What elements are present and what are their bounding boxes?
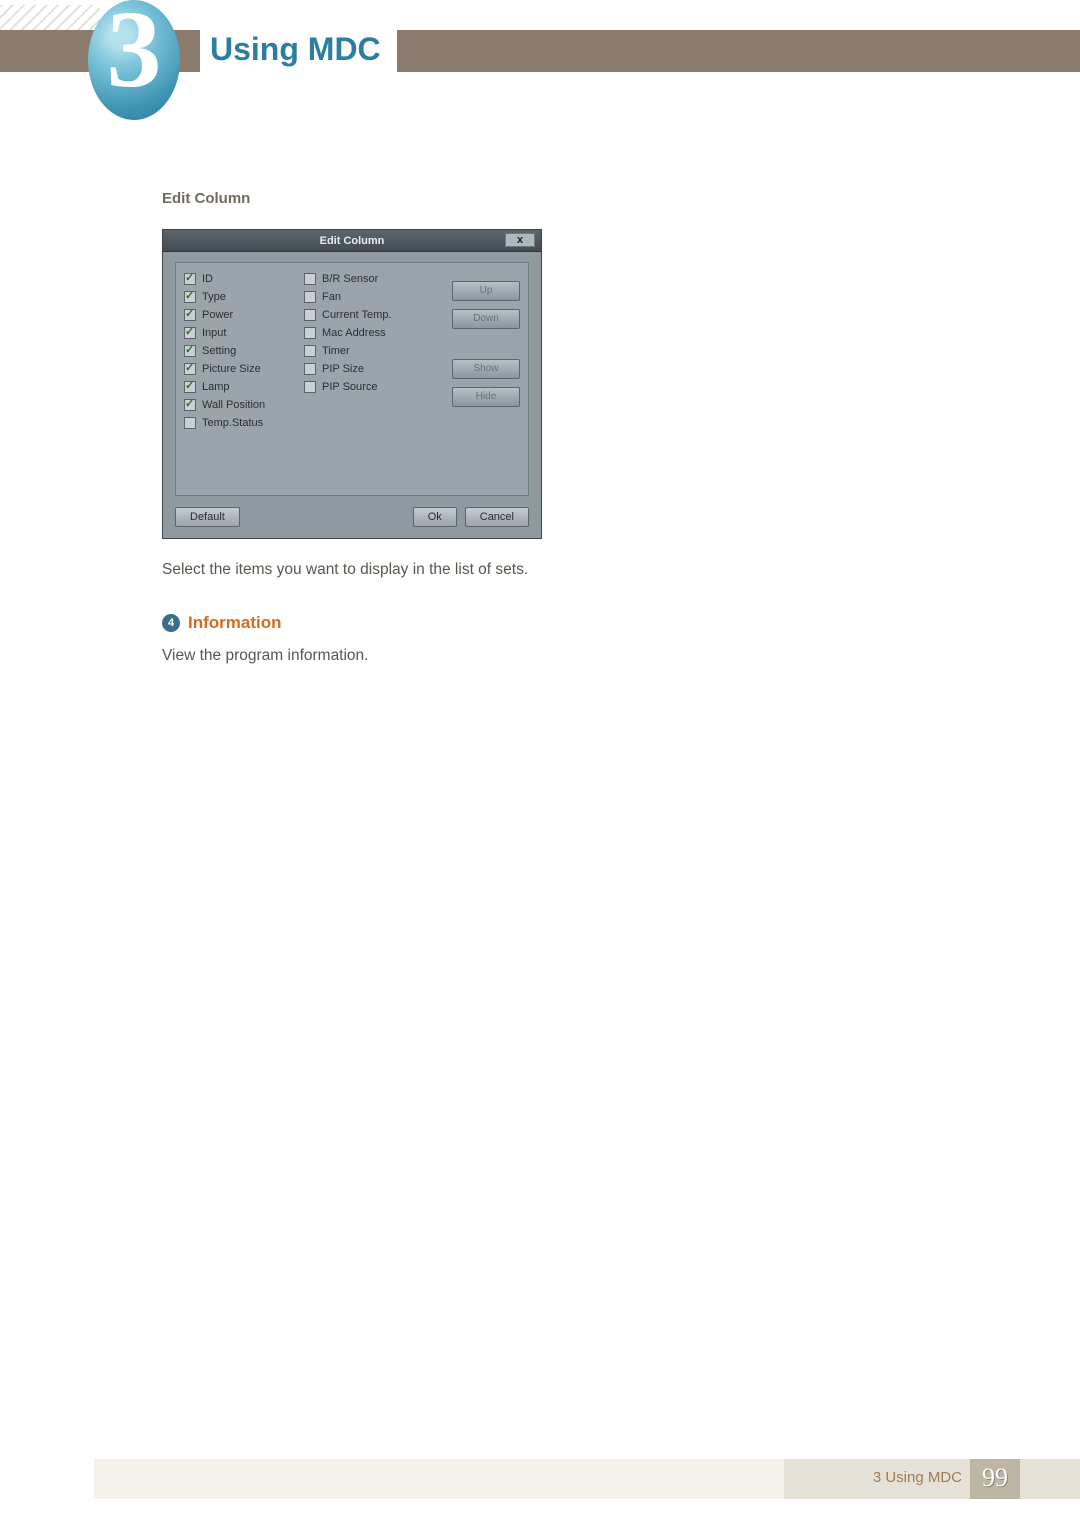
hide-button[interactable]: Hide [452, 387, 520, 407]
chapter-title: Using MDC [200, 25, 397, 74]
checkbox-icon[interactable] [304, 309, 316, 321]
item-label: Power [202, 309, 233, 321]
item-label: B/R Sensor [322, 273, 378, 285]
item-label: Setting [202, 345, 236, 357]
footer-text: 3 Using MDC [873, 1469, 962, 1486]
item-label: Mac Address [322, 327, 386, 339]
checkbox-icon[interactable] [304, 291, 316, 303]
checkbox-icon[interactable] [304, 345, 316, 357]
step-heading: 4 Information [162, 613, 722, 633]
checkbox-icon[interactable] [184, 381, 196, 393]
item-label: ID [202, 273, 213, 285]
show-button[interactable]: Show [452, 359, 520, 379]
checkbox-icon[interactable] [184, 417, 196, 429]
checkbox-icon[interactable] [184, 273, 196, 285]
cancel-button[interactable]: Cancel [465, 507, 529, 527]
item-label: Wall Position [202, 399, 265, 411]
item-label: Temp.Status [202, 417, 263, 429]
checkbox-icon[interactable] [184, 399, 196, 411]
item-label: Lamp [202, 381, 230, 393]
item-label: Input [202, 327, 226, 339]
list-item[interactable]: ID [184, 273, 294, 285]
side-buttons: Up Down Show Hide [452, 281, 520, 407]
default-button[interactable]: Default [175, 507, 240, 527]
checkbox-icon[interactable] [184, 363, 196, 375]
list-item[interactable]: Setting [184, 345, 294, 357]
checkbox-icon[interactable] [304, 327, 316, 339]
checkbox-icon[interactable] [304, 273, 316, 285]
list-item[interactable]: PIP Size [304, 363, 414, 375]
list-item[interactable]: Lamp [184, 381, 294, 393]
list-item[interactable]: B/R Sensor [304, 273, 414, 285]
checkbox-icon[interactable] [184, 291, 196, 303]
up-button[interactable]: Up [452, 281, 520, 301]
close-icon[interactable]: x [505, 233, 535, 247]
list-item[interactable]: Wall Position [184, 399, 294, 411]
step-number-badge: 4 [162, 614, 180, 632]
step-description: View the program information. [162, 647, 722, 665]
dialog-footer: Default Ok Cancel [175, 504, 529, 530]
item-label: Current Temp. [322, 309, 392, 321]
item-label: Picture Size [202, 363, 261, 375]
list-item[interactable]: Power [184, 309, 294, 321]
dialog-titlebar: Edit Column x [163, 230, 541, 252]
edit-column-dialog: Edit Column x ID Type Power Input Settin… [162, 229, 542, 539]
step-title: Information [188, 613, 282, 633]
item-label: Fan [322, 291, 341, 303]
body-text: Select the items you want to display in … [162, 561, 722, 579]
column-right: B/R Sensor Fan Current Temp. Mac Address… [304, 273, 414, 429]
item-label: PIP Source [322, 381, 377, 393]
chapter-number: 3 [107, 0, 162, 110]
chapter-number-badge: 3 [88, 0, 180, 120]
list-item[interactable]: PIP Source [304, 381, 414, 393]
checkbox-icon[interactable] [184, 327, 196, 339]
checkbox-icon[interactable] [184, 309, 196, 321]
checkbox-icon[interactable] [304, 363, 316, 375]
list-item[interactable]: Current Temp. [304, 309, 414, 321]
page-number: 99 [970, 1459, 1020, 1499]
item-label: Type [202, 291, 226, 303]
checkbox-icon[interactable] [304, 381, 316, 393]
page-footer: 3 Using MDC 99 [0, 1459, 1080, 1499]
list-item[interactable]: Input [184, 327, 294, 339]
checkbox-icon[interactable] [184, 345, 196, 357]
list-item[interactable]: Picture Size [184, 363, 294, 375]
list-item[interactable]: Type [184, 291, 294, 303]
list-item[interactable]: Mac Address [304, 327, 414, 339]
dialog-title-text: Edit Column [320, 235, 385, 247]
down-button[interactable]: Down [452, 309, 520, 329]
page-content: Edit Column Edit Column x ID Type Power … [162, 190, 722, 699]
dialog-body: ID Type Power Input Setting Picture Size… [175, 262, 529, 496]
item-label: PIP Size [322, 363, 364, 375]
list-item[interactable]: Temp.Status [184, 417, 294, 429]
section-heading: Edit Column [162, 190, 722, 207]
list-item[interactable]: Fan [304, 291, 414, 303]
column-left: ID Type Power Input Setting Picture Size… [184, 273, 294, 429]
item-label: Timer [322, 345, 350, 357]
list-item[interactable]: Timer [304, 345, 414, 357]
ok-button[interactable]: Ok [413, 507, 457, 527]
